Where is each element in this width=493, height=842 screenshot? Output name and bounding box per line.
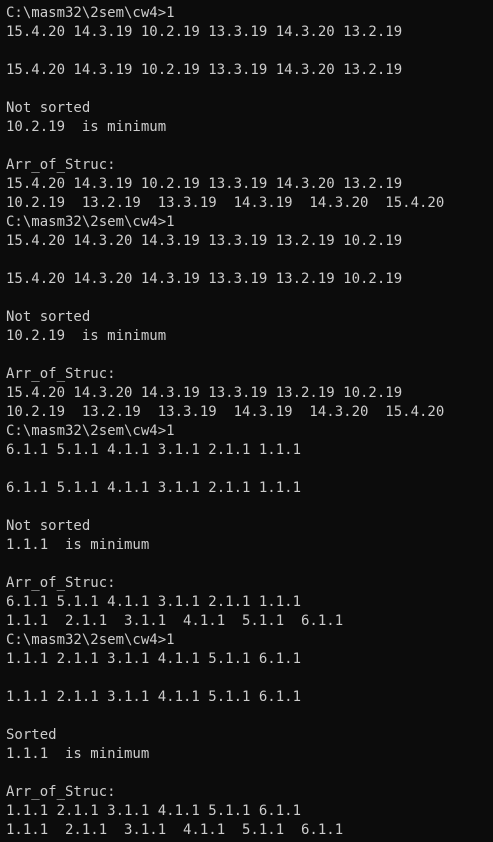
output-line: 15.4.20 14.3.19 10.2.19 13.3.19 14.3.20 … [6,24,403,40]
output-line: 15.4.20 14.3.20 14.3.19 13.3.19 13.2.19 … [6,271,403,287]
console-output[interactable]: C:\masm32\2sem\cw4>1 15.4.20 14.3.19 10.… [0,0,493,842]
output-line: 1.1.1 2.1.1 3.1.1 4.1.1 5.1.1 6.1.1 [6,613,344,629]
output-line: 15.4.20 14.3.19 10.2.19 13.3.19 14.3.20 … [6,62,403,78]
output-line: 1.1.1 2.1.1 3.1.1 4.1.1 5.1.1 6.1.1 [6,689,302,705]
output-line: 15.4.20 14.3.20 14.3.19 13.3.19 13.2.19 … [6,385,403,401]
output-line: 1.1.1 is minimum [6,746,150,762]
output-line: 15.4.20 14.3.19 10.2.19 13.3.19 14.3.20 … [6,176,403,192]
output-line: 15.4.20 14.3.20 14.3.19 13.3.19 13.2.19 … [6,233,403,249]
output-line: 6.1.1 5.1.1 4.1.1 3.1.1 2.1.1 1.1.1 [6,594,302,610]
output-line: 10.2.19 is minimum [6,119,167,135]
output-line: 1.1.1 is minimum [6,537,150,553]
output-line: 10.2.19 13.2.19 13.3.19 14.3.19 14.3.20 … [6,404,445,420]
prompt-line: C:\masm32\2sem\cw4>1 [6,632,175,648]
output-line: 6.1.1 5.1.1 4.1.1 3.1.1 2.1.1 1.1.1 [6,480,302,496]
output-line: 1.1.1 2.1.1 3.1.1 4.1.1 5.1.1 6.1.1 [6,651,302,667]
output-line: Not sorted [6,309,91,325]
output-line: 1.1.1 2.1.1 3.1.1 4.1.1 5.1.1 6.1.1 [6,822,344,838]
output-line: Not sorted [6,518,91,534]
output-line: 10.2.19 13.2.19 13.3.19 14.3.19 14.3.20 … [6,195,445,211]
output-line: Arr_of_Struc: [6,157,116,173]
output-line: Arr_of_Struc: [6,575,116,591]
output-line: Arr_of_Struc: [6,366,116,382]
output-line: 10.2.19 is minimum [6,328,167,344]
output-line: Not sorted [6,100,91,116]
output-line: Arr_of_Struc: [6,784,116,800]
prompt-line: C:\masm32\2sem\cw4>1 [6,214,175,230]
output-line: 1.1.1 2.1.1 3.1.1 4.1.1 5.1.1 6.1.1 [6,803,302,819]
output-line: 6.1.1 5.1.1 4.1.1 3.1.1 2.1.1 1.1.1 [6,442,302,458]
prompt-line: C:\masm32\2sem\cw4>1 [6,423,175,439]
output-line: Sorted [6,727,57,743]
prompt-line: C:\masm32\2sem\cw4>1 [6,5,175,21]
